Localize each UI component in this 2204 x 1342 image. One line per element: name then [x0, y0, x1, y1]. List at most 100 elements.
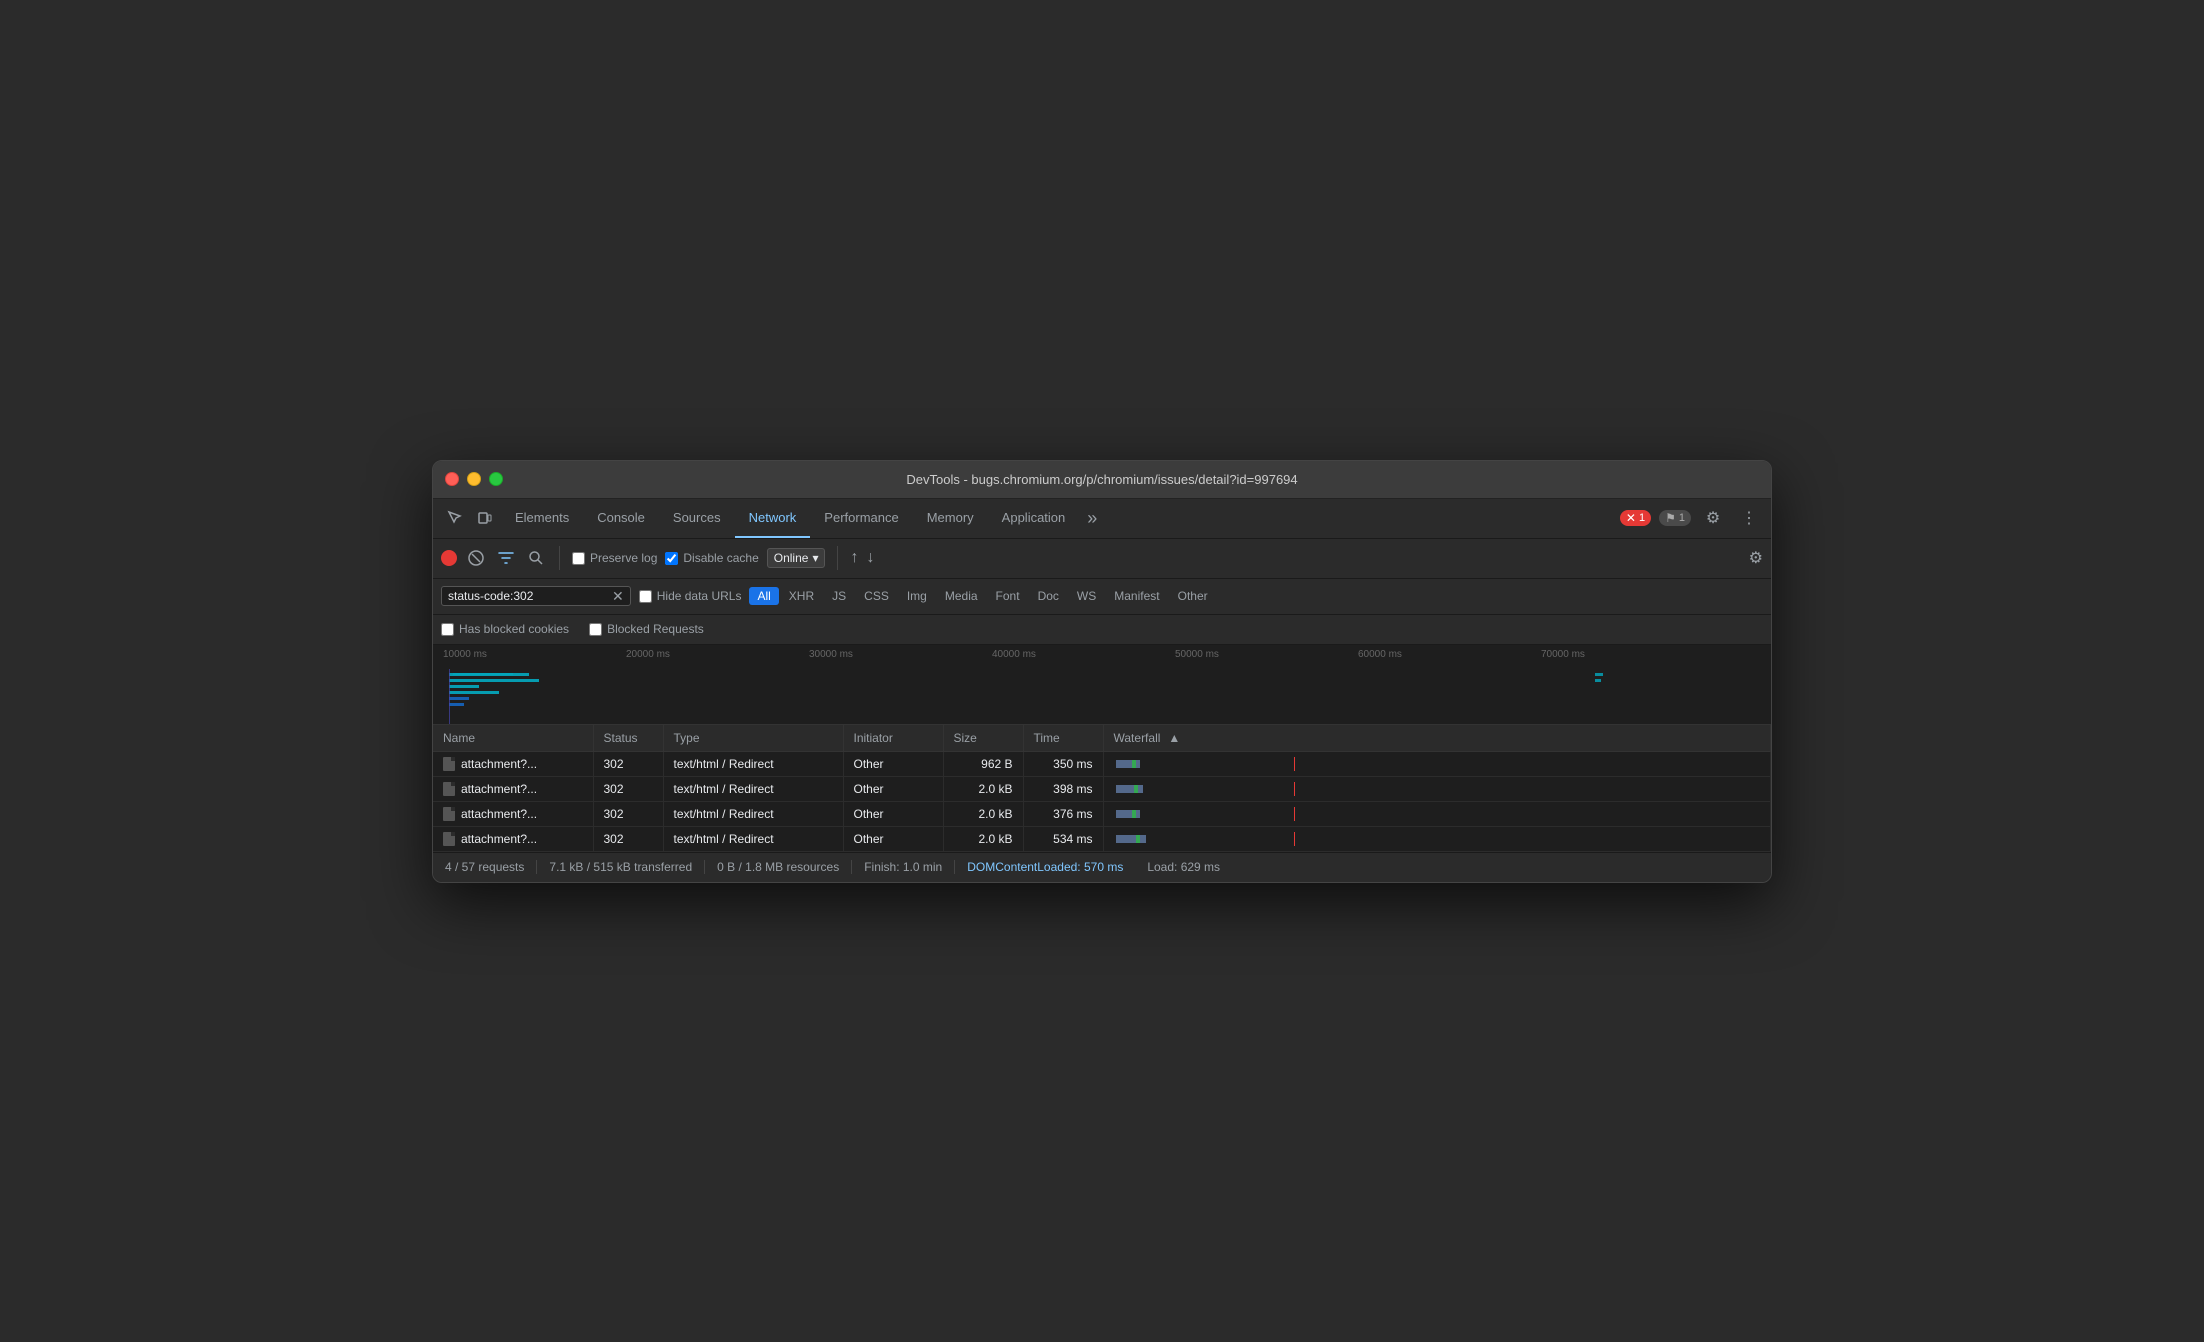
table-row[interactable]: attachment?...302text/html / RedirectOth…: [433, 751, 1771, 776]
col-status[interactable]: Status: [593, 725, 663, 752]
hide-data-urls-checkbox[interactable]: [639, 590, 652, 603]
cell-waterfall: [1103, 751, 1771, 776]
import-icon[interactable]: ↑: [850, 549, 858, 567]
cell-name: attachment?...: [433, 826, 593, 851]
timeline-label-6: 70000 ms: [1541, 649, 1585, 660]
network-table: Name Status Type Initiator Size Time Wat…: [433, 725, 1771, 852]
inspect-icon[interactable]: [441, 504, 469, 532]
cell-type: text/html / Redirect: [663, 801, 843, 826]
type-btn-img[interactable]: Img: [899, 587, 935, 605]
type-btn-css[interactable]: CSS: [856, 587, 897, 605]
cell-size: 2.0 kB: [943, 776, 1023, 801]
table-row[interactable]: attachment?...302text/html / RedirectOth…: [433, 776, 1771, 801]
col-time[interactable]: Time: [1023, 725, 1103, 752]
window-title: DevTools - bugs.chromium.org/p/chromium/…: [906, 472, 1297, 487]
disable-cache-checkbox[interactable]: [665, 552, 678, 565]
timeline-label-4: 50000 ms: [1175, 649, 1219, 660]
type-btn-doc[interactable]: Doc: [1030, 587, 1067, 605]
waterfall-sort-arrow: ▲: [1168, 731, 1180, 745]
type-btn-xhr[interactable]: XHR: [781, 587, 822, 605]
waterfall-timeline: 10000 ms 20000 ms 30000 ms 40000 ms 5000…: [433, 645, 1771, 725]
record-button[interactable]: [441, 550, 457, 566]
col-waterfall[interactable]: Waterfall ▲: [1103, 725, 1771, 752]
hide-data-urls-label[interactable]: Hide data URLs: [639, 589, 742, 603]
cell-initiator: Other: [843, 826, 943, 851]
cell-initiator: Other: [843, 751, 943, 776]
filter-input[interactable]: [448, 589, 608, 603]
network-settings-icon[interactable]: ⚙: [1749, 548, 1763, 568]
timeline-label-2: 30000 ms: [809, 649, 853, 660]
search-icon[interactable]: [525, 547, 547, 569]
blocked-requests-checkbox[interactable]: [589, 623, 602, 636]
type-btn-font[interactable]: Font: [988, 587, 1028, 605]
network-table-wrap: Name Status Type Initiator Size Time Wat…: [433, 725, 1771, 852]
tab-console[interactable]: Console: [583, 499, 659, 538]
status-finish: Finish: 1.0 min: [852, 860, 955, 874]
devtools-tab-bar: Elements Console Sources Network Perform…: [433, 499, 1771, 539]
has-blocked-cookies-label[interactable]: Has blocked cookies: [441, 622, 569, 636]
table-row[interactable]: attachment?...302text/html / RedirectOth…: [433, 801, 1771, 826]
maximize-button[interactable]: [489, 472, 503, 486]
cell-status: 302: [593, 801, 663, 826]
export-icon[interactable]: ↓: [866, 549, 874, 567]
tab-elements[interactable]: Elements: [501, 499, 583, 538]
filter-clear-button[interactable]: ✕: [612, 589, 624, 603]
clear-button[interactable]: [465, 547, 487, 569]
col-type[interactable]: Type: [663, 725, 843, 752]
device-mode-icon[interactable]: [471, 504, 499, 532]
warning-badge[interactable]: ⚑ 1: [1659, 510, 1691, 526]
type-btn-js[interactable]: JS: [824, 587, 854, 605]
tab-application[interactable]: Application: [988, 499, 1080, 538]
col-size[interactable]: Size: [943, 725, 1023, 752]
cell-type: text/html / Redirect: [663, 826, 843, 851]
traffic-lights: [445, 472, 503, 486]
type-btn-other[interactable]: Other: [1170, 587, 1216, 605]
table-row[interactable]: attachment?...302text/html / RedirectOth…: [433, 826, 1771, 851]
type-btn-media[interactable]: Media: [937, 587, 986, 605]
col-initiator[interactable]: Initiator: [843, 725, 943, 752]
disable-cache-label[interactable]: Disable cache: [665, 551, 758, 565]
throttle-dropdown[interactable]: Online ▾: [767, 548, 826, 568]
status-requests: 4 / 57 requests: [445, 860, 537, 874]
status-transferred: 7.1 kB / 515 kB transferred: [537, 860, 705, 874]
type-btn-all[interactable]: All: [749, 587, 778, 605]
cell-size: 2.0 kB: [943, 826, 1023, 851]
cell-status: 302: [593, 751, 663, 776]
cell-status: 302: [593, 776, 663, 801]
close-button[interactable]: [445, 472, 459, 486]
status-load: Load: 629 ms: [1135, 860, 1232, 874]
separator-2: [837, 546, 838, 570]
chevron-down-icon: ▾: [812, 551, 818, 565]
cell-initiator: Other: [843, 801, 943, 826]
minimize-button[interactable]: [467, 472, 481, 486]
col-name[interactable]: Name: [433, 725, 593, 752]
settings-icon[interactable]: ⚙: [1699, 504, 1727, 532]
more-options-icon[interactable]: ⋮: [1735, 504, 1763, 532]
more-tabs-button[interactable]: »: [1079, 499, 1105, 538]
checkbox-row: Has blocked cookies Blocked Requests: [433, 615, 1771, 645]
tab-network[interactable]: Network: [735, 499, 811, 538]
filter-input-wrap: ✕: [441, 586, 631, 606]
filter-icon[interactable]: [495, 547, 517, 569]
tab-list: Elements Console Sources Network Perform…: [501, 499, 1620, 538]
type-btn-ws[interactable]: WS: [1069, 587, 1104, 605]
tab-memory[interactable]: Memory: [913, 499, 988, 538]
type-btn-manifest[interactable]: Manifest: [1106, 587, 1167, 605]
tab-sources[interactable]: Sources: [659, 499, 735, 538]
has-blocked-cookies-checkbox[interactable]: [441, 623, 454, 636]
cell-time: 350 ms: [1023, 751, 1103, 776]
cell-waterfall: [1103, 826, 1771, 851]
status-dom-content-loaded: DOMContentLoaded: 570 ms: [955, 860, 1135, 874]
table-header-row: Name Status Type Initiator Size Time Wat…: [433, 725, 1771, 752]
status-resources: 0 B / 1.8 MB resources: [705, 860, 852, 874]
cell-waterfall: [1103, 776, 1771, 801]
blocked-requests-label[interactable]: Blocked Requests: [589, 622, 704, 636]
tab-performance[interactable]: Performance: [810, 499, 912, 538]
preserve-log-checkbox[interactable]: [572, 552, 585, 565]
timeline-labels: 10000 ms 20000 ms 30000 ms 40000 ms 5000…: [433, 645, 1771, 665]
preserve-log-label[interactable]: Preserve log: [572, 551, 657, 565]
timeline-label-5: 60000 ms: [1358, 649, 1402, 660]
title-bar: DevTools - bugs.chromium.org/p/chromium/…: [433, 461, 1771, 499]
error-badge[interactable]: ✕ 1: [1620, 510, 1651, 526]
cell-size: 962 B: [943, 751, 1023, 776]
